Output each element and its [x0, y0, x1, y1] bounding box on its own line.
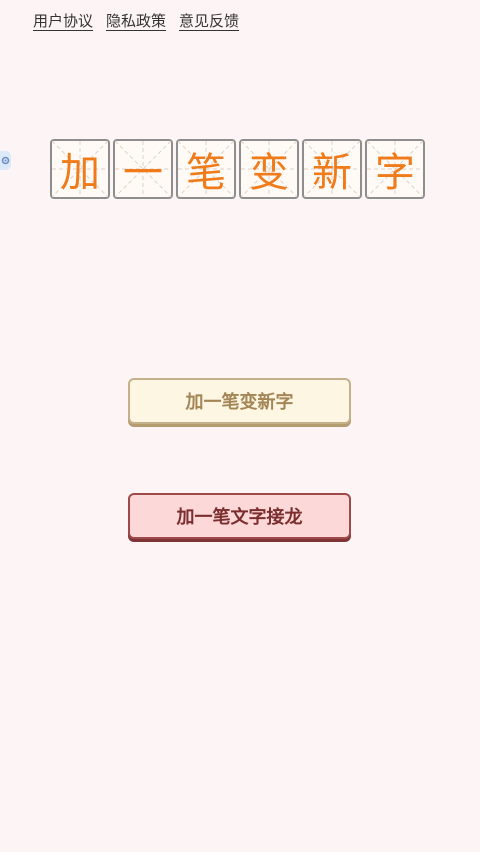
- title-char-box: 一: [113, 139, 173, 199]
- title-char: 一: [123, 150, 163, 196]
- title-char-box: 新: [302, 139, 362, 199]
- title-char: 加: [60, 150, 100, 196]
- title-char: 变: [249, 150, 289, 196]
- feedback-link[interactable]: 意见反馈: [179, 11, 239, 31]
- privacy-policy-link[interactable]: 隐私政策: [106, 11, 166, 31]
- title-grid: 加 一 笔 变 新 字: [50, 139, 425, 199]
- title-char: 笔: [186, 150, 226, 196]
- add-stroke-new-char-button[interactable]: 加一笔变新字: [128, 378, 351, 424]
- user-agreement-link[interactable]: 用户协议: [33, 11, 93, 31]
- top-links: 用户协议 隐私政策 意见反馈: [33, 11, 239, 31]
- title-char-box: 笔: [176, 139, 236, 199]
- floating-settings-tab[interactable]: [0, 151, 11, 170]
- gear-icon: [1, 156, 10, 165]
- title-char: 字: [375, 150, 415, 196]
- title-char-box: 字: [365, 139, 425, 199]
- add-stroke-char-chain-label: 加一笔文字接龙: [176, 507, 303, 528]
- title-char-box: 变: [239, 139, 299, 199]
- add-stroke-new-char-label: 加一笔变新字: [185, 392, 294, 413]
- title-char: 新: [312, 150, 352, 196]
- title-char-box: 加: [50, 139, 110, 199]
- add-stroke-char-chain-button[interactable]: 加一笔文字接龙: [128, 493, 351, 539]
